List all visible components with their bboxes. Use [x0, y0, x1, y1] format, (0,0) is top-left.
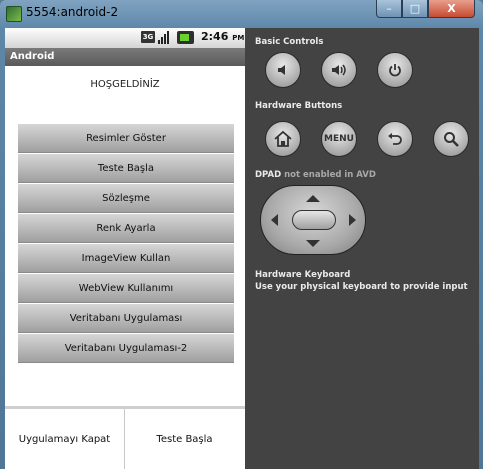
webview-button[interactable]: WebView Kullanımı	[18, 274, 234, 303]
android-screen: 3G 2:46 PM Android HOŞGELDİNİZ Resimler …	[5, 28, 245, 469]
volume-up-icon	[332, 64, 346, 76]
start-test-button[interactable]: Teste Başla	[18, 154, 234, 183]
database-app-button[interactable]: Veritabanı Uygulaması	[18, 304, 234, 333]
main-menu: Resimler Göster Teste Başla Sözleşme Ren…	[18, 124, 234, 364]
power-icon	[389, 64, 401, 77]
show-images-button[interactable]: Resimler Göster	[18, 124, 234, 153]
network-3g-icon: 3G	[141, 31, 155, 43]
bottom-button-bar: Uygulamayı Kapat Teste Başla	[5, 406, 245, 469]
agreement-button[interactable]: Sözleşme	[18, 184, 234, 213]
home-button[interactable]	[265, 121, 301, 157]
back-button[interactable]	[377, 121, 413, 157]
dpad-label: DPAD not enabled in AVD	[255, 170, 376, 180]
app-title-bar: Android	[5, 48, 245, 66]
home-icon	[274, 130, 292, 147]
search-button[interactable]	[433, 121, 469, 157]
emulator-client: 3G 2:46 PM Android HOŞGELDİNİZ Resimler …	[5, 28, 479, 469]
status-time-ampm: PM	[232, 34, 245, 42]
status-time: 2:46 PM	[201, 30, 244, 43]
dpad-title: DPAD	[255, 170, 282, 180]
title-bar[interactable]: 5554:android-2 – □ X	[0, 0, 483, 28]
maximize-button[interactable]: □	[402, 0, 428, 18]
dpad-down-icon[interactable]	[306, 240, 320, 247]
volume-up-button[interactable]	[321, 52, 357, 88]
back-icon	[388, 133, 402, 145]
dpad-center-button[interactable]	[292, 210, 336, 230]
dpad-right-icon[interactable]	[349, 214, 356, 226]
menu-key-button[interactable]: MENU	[321, 121, 357, 157]
keyboard-title: Hardware Keyboard	[255, 270, 351, 280]
dpad-note: not enabled in AVD	[284, 170, 376, 180]
search-icon	[444, 132, 459, 147]
controls-panel: Basic Controls Hardware Buttons MENU DPA…	[250, 28, 479, 469]
dpad-up-icon[interactable]	[306, 195, 320, 202]
close-button[interactable]: X	[428, 0, 475, 18]
bottom-start-test-button[interactable]: Teste Başla	[125, 409, 244, 469]
status-time-value: 2:46	[201, 30, 229, 43]
dpad-left-icon[interactable]	[271, 214, 278, 226]
welcome-text: HOŞGELDİNİZ	[90, 79, 160, 90]
set-color-button[interactable]: Renk Ayarla	[18, 214, 234, 243]
battery-icon	[177, 31, 194, 44]
keyboard-description: Use your physical keyboard to provide in…	[255, 282, 468, 292]
signal-strength-icon	[158, 31, 172, 44]
status-bar: 3G 2:46 PM	[5, 28, 245, 49]
minimize-button[interactable]: –	[376, 0, 402, 18]
volume-down-button[interactable]	[265, 52, 301, 88]
emulator-app-icon	[6, 6, 22, 22]
imageview-button[interactable]: ImageView Kullan	[18, 244, 234, 273]
close-app-button[interactable]: Uygulamayı Kapat	[5, 409, 125, 469]
power-button[interactable]	[377, 52, 413, 88]
emulator-window: 5554:android-2 – □ X 3G 2:46 PM Android …	[0, 0, 483, 469]
hardware-buttons-label: Hardware Buttons	[255, 101, 343, 111]
dpad[interactable]	[260, 185, 366, 255]
database-app-2-button[interactable]: Veritabanı Uygulaması-2	[18, 334, 234, 363]
basic-controls-label: Basic Controls	[255, 37, 324, 47]
menu-key-label: MENU	[324, 134, 354, 144]
window-title: 5554:android-2	[26, 5, 119, 19]
volume-down-icon	[278, 65, 285, 75]
